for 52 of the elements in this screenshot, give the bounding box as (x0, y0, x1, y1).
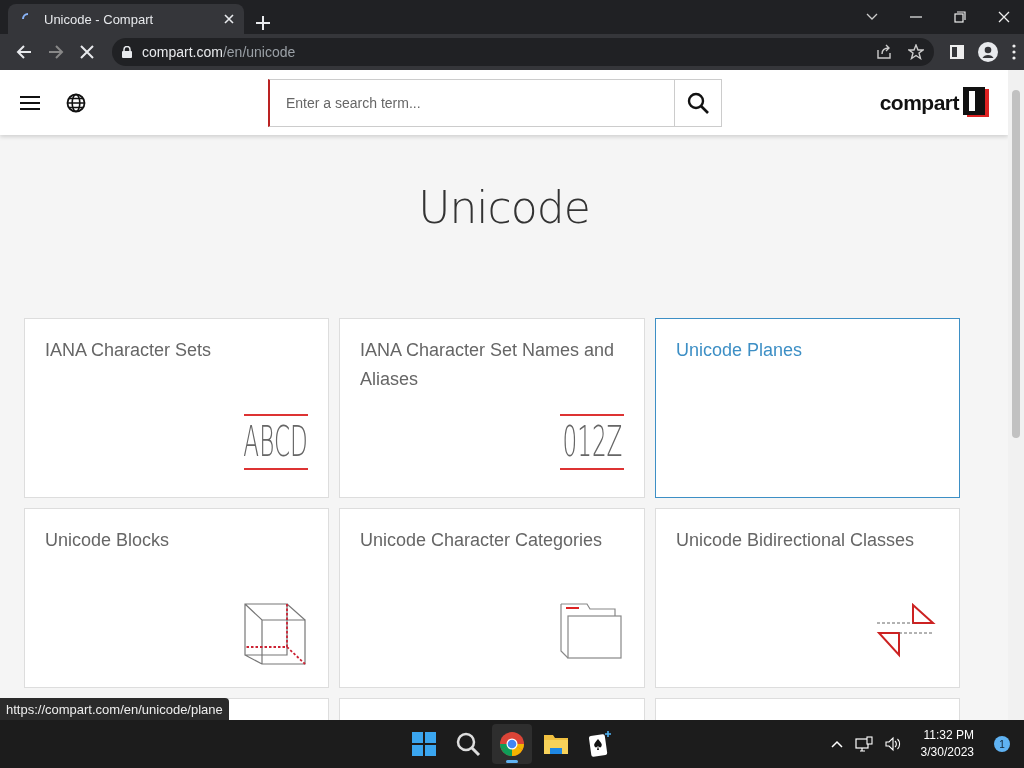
forward-icon (48, 44, 64, 60)
category-card[interactable]: Unicode Planes (655, 318, 960, 498)
category-card[interactable]: IANA Character Sets ABCD (24, 318, 329, 498)
clock-time[interactable]: 11:32 PM (920, 727, 974, 744)
card-title: Unicode Character Categories (360, 529, 604, 552)
card-title: IANA Character Set Names and Aliases (360, 339, 616, 391)
browser-tab[interactable]: Unicode - Compart (8, 4, 244, 34)
menu-icon[interactable] (1012, 44, 1016, 60)
clock-date[interactable]: 3/30/2023 (920, 744, 974, 761)
windows-icon (410, 730, 438, 758)
chevron-up-icon[interactable] (830, 740, 843, 748)
back-icon[interactable] (16, 44, 32, 60)
star-icon[interactable] (908, 44, 924, 60)
new-tab-icon[interactable] (256, 16, 270, 30)
category-card[interactable]: Unicode Character Categories (339, 508, 645, 688)
category-card[interactable]: Unicode Bidirectional Classes (655, 508, 960, 688)
lock-icon (122, 46, 132, 58)
status-url-tooltip: https://compart.com/en/unicode/plane (0, 698, 229, 721)
close-icon[interactable] (224, 14, 234, 24)
profile-icon[interactable] (978, 42, 998, 62)
page-title: Unicode (417, 183, 591, 233)
menu-icon[interactable] (20, 95, 40, 110)
taskbar-app[interactable] (492, 724, 532, 764)
folder-icon (560, 603, 622, 659)
chevron-down-icon[interactable] (866, 13, 878, 21)
cube-icon (244, 603, 306, 665)
network-icon[interactable] (854, 736, 873, 752)
url-text: compart.com/en/unicode (142, 44, 296, 60)
globe-icon[interactable] (66, 92, 86, 113)
card-title: Unicode Bidirectional Classes (676, 529, 916, 552)
volume-icon[interactable] (884, 736, 903, 752)
restore-icon[interactable] (954, 11, 966, 23)
search-field[interactable]: Enter a search term... (268, 79, 674, 127)
logo-text[interactable]: compart (879, 90, 959, 115)
logo-mark[interactable] (961, 86, 991, 119)
address-bar[interactable]: compart.com/en/unicode (112, 38, 934, 66)
side-panel-icon[interactable] (950, 45, 964, 59)
category-card[interactable]: IANA Character Set Names and Aliases 012Z (339, 318, 645, 498)
close-icon[interactable] (998, 11, 1010, 23)
bidi-arrows-icon (875, 603, 937, 659)
card-title: Unicode Planes (676, 339, 804, 362)
stop-icon[interactable] (80, 45, 94, 59)
category-card[interactable]: Unicode Blocks (24, 508, 329, 688)
card-title: IANA Character Sets (45, 339, 213, 362)
notification-badge[interactable]: 1 (994, 736, 1010, 752)
share-icon[interactable] (876, 44, 892, 60)
search-button[interactable] (674, 79, 722, 127)
search-icon (687, 92, 709, 114)
search-icon (454, 730, 482, 758)
card-title: Unicode Blocks (45, 529, 171, 552)
playing-card-icon (586, 730, 614, 758)
browser-icon (498, 730, 526, 758)
